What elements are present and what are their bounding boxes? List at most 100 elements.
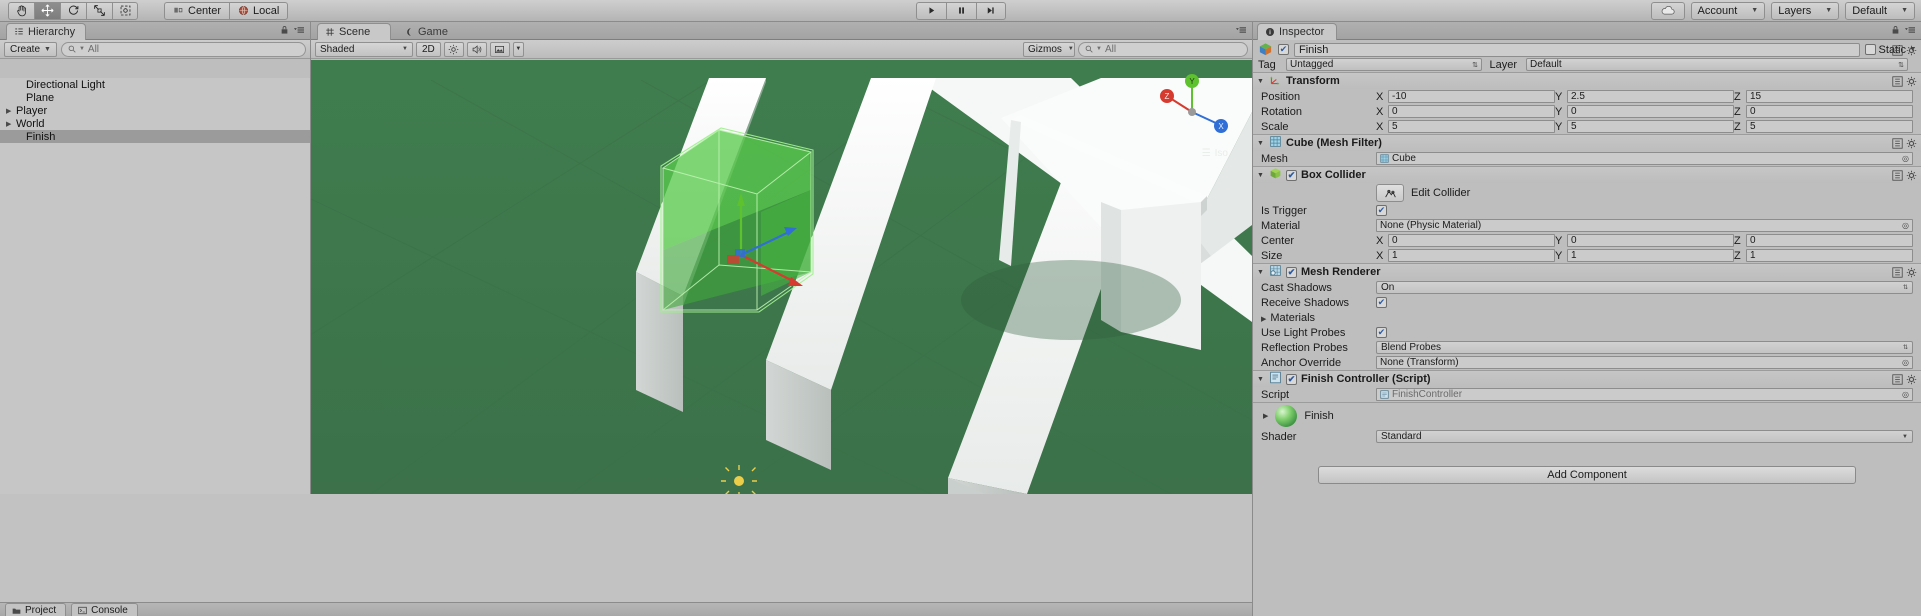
hierarchy-item-directional-light[interactable]: Directional Light	[0, 78, 310, 91]
dropdown-field[interactable]: On ⇅	[1376, 281, 1913, 294]
vector-input-y[interactable]: 1	[1567, 249, 1734, 262]
object-picker-icon[interactable]: ◎	[1902, 358, 1909, 367]
property-checkbox[interactable]	[1376, 297, 1387, 308]
tag-dropdown[interactable]: Untagged ⇅	[1286, 58, 1482, 71]
scale-tool-button[interactable]	[86, 1, 112, 20]
preset-icon[interactable]	[1892, 169, 1903, 181]
preset-icon[interactable]	[1892, 75, 1903, 87]
layers-button[interactable]: Layers ▼	[1771, 1, 1840, 20]
component-header[interactable]: ▼ Transform	[1253, 73, 1921, 89]
hierarchy-item-player[interactable]: ▶ Player	[0, 104, 310, 117]
layout-button[interactable]: Default ▼	[1845, 1, 1915, 20]
dropdown-field[interactable]: Blend Probes ⇅	[1376, 341, 1913, 354]
add-component-button[interactable]: Add Component	[1318, 466, 1856, 484]
static-checkbox[interactable]	[1864, 44, 1876, 55]
gear-icon[interactable]	[1906, 76, 1917, 87]
hierarchy-search-input[interactable]: ▼ All	[60, 41, 306, 57]
foldout-arrow-icon[interactable]: ▼	[1257, 78, 1265, 85]
tab-project[interactable]: Project	[5, 603, 67, 616]
gear-icon[interactable]	[1906, 267, 1917, 278]
vector-input-x[interactable]: 0	[1388, 234, 1555, 247]
cloud-button[interactable]	[1650, 1, 1685, 20]
expand-arrow-icon[interactable]: ▶	[6, 120, 16, 128]
component-header[interactable]: ▼ Cube (Mesh Filter)	[1253, 135, 1921, 151]
pause-button[interactable]	[945, 1, 976, 20]
hierarchy-item-finish[interactable]: Finish	[0, 130, 310, 143]
foldout-arrow-icon[interactable]: ▶	[1263, 412, 1268, 420]
property-checkbox[interactable]	[1376, 205, 1387, 216]
scene-viewport[interactable]: Y X Z ☰ Iso	[311, 60, 1252, 494]
vector-input-x[interactable]: 0	[1388, 105, 1555, 118]
tab-hierarchy[interactable]: Hierarchy	[6, 23, 87, 40]
vector-input-z[interactable]: 0	[1746, 105, 1913, 118]
hierarchy-item-world[interactable]: ▶ World	[0, 117, 310, 130]
account-button[interactable]: Account ▼	[1690, 1, 1766, 20]
object-picker-icon[interactable]: ◎	[1902, 390, 1909, 399]
pivot-mode-button[interactable]: Center	[164, 1, 230, 20]
object-picker-icon[interactable]: ◎	[1902, 154, 1909, 163]
scene-audio-button[interactable]	[466, 41, 487, 57]
twod-toggle-button[interactable]: 2D	[416, 41, 441, 57]
object-field[interactable]: None (Transform) ◎	[1376, 356, 1913, 369]
vector-input-z[interactable]: 5	[1746, 120, 1913, 133]
space-mode-button[interactable]: Local	[229, 1, 289, 20]
shading-mode-dropdown[interactable]: Shaded ▼	[315, 41, 413, 57]
component-header[interactable]: ▼ Mesh Renderer	[1253, 264, 1921, 280]
gear-icon[interactable]	[1906, 138, 1917, 149]
tab-console[interactable]: Console	[71, 603, 138, 616]
expand-arrow-icon[interactable]: ▶	[6, 107, 16, 115]
vector-input-y[interactable]: 2.5	[1567, 90, 1734, 103]
scene-fx-dropdown[interactable]: ▼	[512, 41, 524, 57]
foldout-arrow-icon[interactable]: ▼	[1257, 376, 1265, 383]
step-button[interactable]	[975, 1, 1006, 20]
menu-icon[interactable]	[1904, 25, 1916, 35]
play-button[interactable]	[915, 1, 946, 20]
component-header[interactable]: ▼ Finish Controller (Script)	[1253, 371, 1921, 387]
property-checkbox[interactable]	[1376, 327, 1387, 338]
foldout-arrow-icon[interactable]: ▼	[1257, 140, 1265, 147]
component-header[interactable]: ▼ Box Collider	[1253, 167, 1921, 183]
vector-input-x[interactable]: -10	[1388, 90, 1555, 103]
menu-icon[interactable]	[293, 25, 305, 35]
hierarchy-item-plane[interactable]: Plane	[0, 91, 310, 104]
object-field[interactable]: Cube ◎	[1376, 152, 1913, 165]
component-enabled-checkbox[interactable]	[1286, 373, 1297, 385]
menu-icon[interactable]	[1235, 25, 1247, 35]
foldout-arrow-icon[interactable]: ▼	[1257, 269, 1265, 276]
tab-scene[interactable]: Scene	[317, 23, 391, 40]
vector-input-y[interactable]: 0	[1567, 234, 1734, 247]
scene-lighting-button[interactable]	[443, 41, 464, 57]
gameobject-name-input[interactable]: Finish	[1294, 42, 1860, 57]
vector-input-z[interactable]: 15	[1746, 90, 1913, 103]
foldout-arrow-icon[interactable]: ▶	[1261, 316, 1266, 323]
tab-game[interactable]: Game	[397, 23, 458, 40]
tab-inspector[interactable]: Inspector	[1257, 23, 1337, 40]
gear-icon[interactable]	[1906, 45, 1917, 56]
gameobject-active-checkbox[interactable]	[1278, 44, 1289, 55]
rect-tool-button[interactable]	[112, 1, 138, 20]
component-enabled-checkbox[interactable]	[1286, 169, 1297, 181]
scene-projection-toggle[interactable]: ☰ Iso	[1202, 148, 1228, 159]
scene-fx-button[interactable]	[489, 41, 510, 57]
hierarchy-list[interactable]: Directional Light Plane ▶ Player ▶ World Finis…	[0, 78, 310, 494]
lock-icon[interactable]	[1891, 25, 1900, 35]
scene-axis-gizmo[interactable]: Y X Z	[1150, 68, 1234, 152]
foldout-arrow-icon[interactable]: ▼	[1257, 172, 1265, 179]
gizmos-dropdown[interactable]: Gizmos ▼	[1023, 41, 1075, 57]
vector-input-z[interactable]: 0	[1746, 234, 1913, 247]
lock-icon[interactable]	[280, 25, 289, 35]
preset-icon[interactable]	[1892, 45, 1903, 56]
preset-icon[interactable]	[1892, 373, 1903, 385]
create-button[interactable]: Create ▼	[4, 41, 57, 57]
vector-input-x[interactable]: 1	[1388, 249, 1555, 262]
vector-input-z[interactable]: 1	[1746, 249, 1913, 262]
vector-input-y[interactable]: 0	[1567, 105, 1734, 118]
rotate-tool-button[interactable]	[60, 1, 86, 20]
vector-input-x[interactable]: 5	[1388, 120, 1555, 133]
gear-icon[interactable]	[1906, 170, 1917, 181]
layer-dropdown[interactable]: Default ⇅	[1526, 58, 1908, 71]
gear-icon[interactable]	[1906, 374, 1917, 385]
preset-icon[interactable]	[1892, 266, 1903, 278]
scene-search-input[interactable]: ▼ All	[1078, 41, 1248, 57]
preset-icon[interactable]	[1892, 137, 1903, 149]
